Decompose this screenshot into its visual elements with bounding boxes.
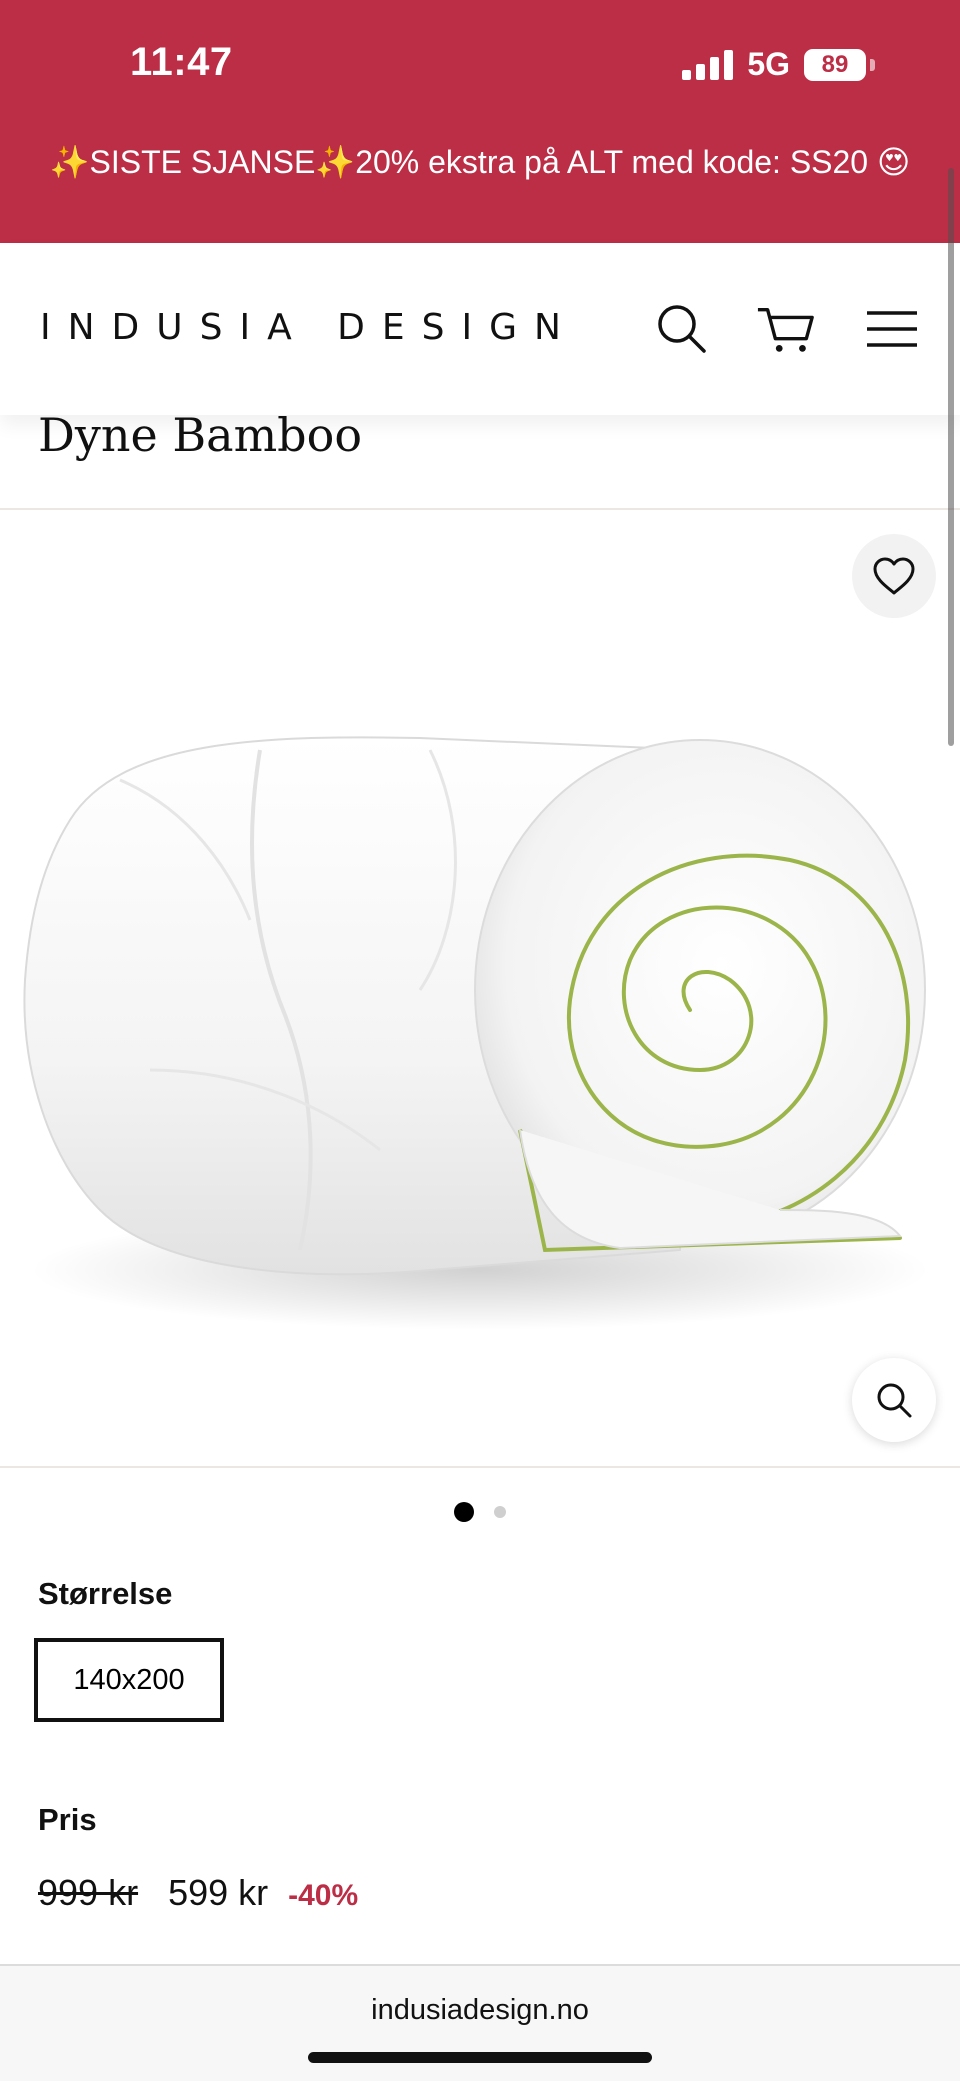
url-text[interactable]: indusiadesign.no	[0, 1994, 960, 2027]
network-type: 5G	[747, 46, 790, 82]
announcement-bar[interactable]: ✨SISTE SJANSE✨20% ekstra på ALT med kode…	[40, 140, 920, 184]
page-scrollbar[interactable]	[948, 168, 954, 746]
original-price: 999 kr	[38, 1872, 139, 1913]
product-title: Dyne Bamboo	[38, 408, 363, 462]
battery-level: 89	[821, 50, 849, 78]
battery-cap	[870, 58, 875, 71]
battery-icon: 89	[804, 48, 866, 81]
zoom-icon	[877, 1383, 912, 1418]
product-gallery[interactable]	[0, 508, 960, 1468]
size-label: Størrelse	[38, 1576, 173, 1611]
site-logo[interactable]: INDUSIA DESIGN	[40, 307, 578, 348]
browser-address-bar[interactable]: indusiadesign.no	[0, 1964, 960, 2081]
cart-icon[interactable]	[756, 299, 816, 359]
status-time: 11:47	[130, 40, 233, 84]
status-indicators: 5G 89	[682, 46, 875, 83]
price-row: 999 kr 599 kr -40%	[38, 1872, 358, 1914]
top-banner-area: 11:47 5G 89 ✨SISTE SJANSE✨20% ekstra på …	[0, 0, 960, 243]
signal-icon	[682, 49, 734, 80]
gallery-dot-active[interactable]	[454, 1502, 474, 1522]
price-label: Pris	[38, 1802, 97, 1837]
search-icon[interactable]	[652, 299, 712, 359]
site-header: INDUSIA DESIGN	[0, 243, 960, 415]
home-indicator[interactable]	[308, 2052, 652, 2063]
product-image	[23, 736, 930, 1330]
heart-icon	[873, 557, 915, 595]
gallery-pagination	[0, 1502, 960, 1522]
menu-icon[interactable]	[862, 299, 922, 359]
discount-badge: -40%	[288, 1879, 359, 1912]
size-option-button[interactable]: 140x200	[34, 1638, 224, 1722]
zoom-button[interactable]	[852, 1358, 936, 1442]
wishlist-button[interactable]	[852, 534, 936, 618]
gallery-dot[interactable]	[494, 1506, 506, 1518]
current-price: 599 kr	[168, 1872, 269, 1913]
